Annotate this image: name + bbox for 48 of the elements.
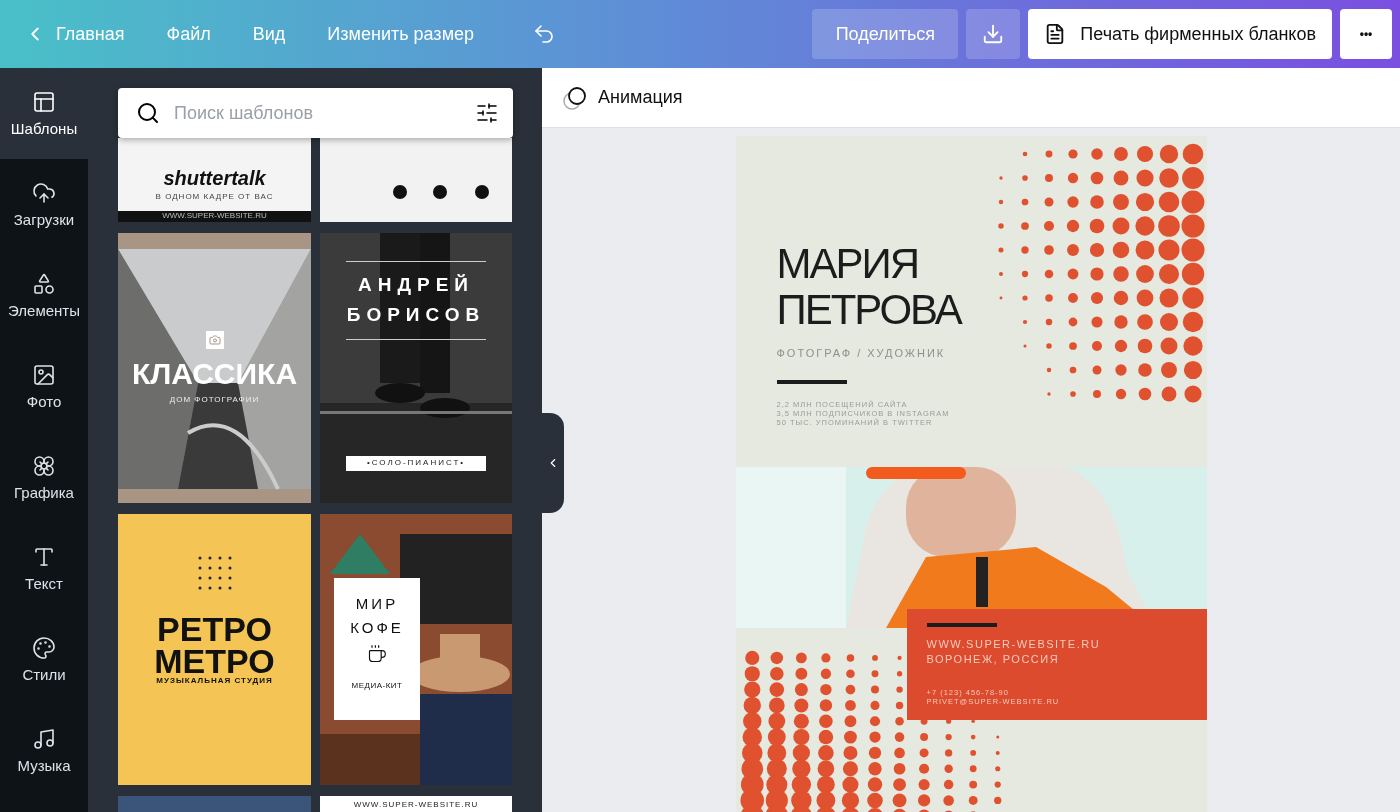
search-field[interactable]: Поиск шаблонов <box>118 88 513 138</box>
template-footer: WWW.SUPER-WEBSITE.RU <box>353 801 479 810</box>
social-icon <box>475 185 489 199</box>
search-icon <box>136 101 160 125</box>
rail-item[interactable]: Элементы <box>0 250 88 341</box>
image-icon <box>32 363 56 387</box>
template-subtitle: В ОДНОМ КАДРЕ ОТ ВАС <box>155 193 274 202</box>
music-icon <box>32 727 56 751</box>
rail-item[interactable]: Текст <box>0 523 88 614</box>
download-button[interactable] <box>966 9 1021 59</box>
template-subtitle: МЕДИА-КИТ <box>351 682 403 691</box>
rail-item[interactable]: Фото <box>0 341 88 432</box>
more-button[interactable]: ••• <box>1340 9 1392 59</box>
animation-icon <box>562 84 588 111</box>
template-card[interactable]: РЕТРО МЕТРО МУЗЫКАЛЬНАЯ СТУДИЯ <box>118 514 311 785</box>
rail-item[interactable]: Графика <box>0 432 88 523</box>
flower-icon <box>32 454 56 478</box>
template-card[interactable]: АНДРЕЙ БОРИСОВ •СОЛО-ПИАНИСТ• <box>320 233 512 503</box>
cloud-upload-icon <box>32 181 56 205</box>
design-name: МАРИЯ ПЕТРОВА <box>776 241 961 333</box>
template-subtitle: МУЗЫКАЛЬНАЯ СТУДИЯ <box>156 677 273 687</box>
animation-button[interactable]: Анимация <box>562 84 683 111</box>
palette-icon <box>32 636 56 660</box>
contact-line: WWW.SUPER-WEBSITE.RU <box>926 636 1102 652</box>
social-icon <box>393 185 407 199</box>
rail-item[interactable]: Музыка <box>0 705 88 796</box>
social-icon <box>433 185 447 199</box>
filter-icon <box>475 101 499 125</box>
collapse-panel-button[interactable] <box>542 413 564 513</box>
template-footer: WWW.SUPER-WEBSITE.RU <box>162 212 267 221</box>
coffee-cup-icon <box>367 644 387 664</box>
template-title: shuttertalk <box>163 167 266 190</box>
download-icon <box>982 23 1005 45</box>
template-title: МИР КОФЕ <box>349 594 405 638</box>
template-card[interactable]: shuttertalk В ОДНОМ КАДРЕ ОТ ВАС WWW.SUPER-WEBSITE.RU <box>118 138 311 222</box>
rail-item[interactable]: Загрузки <box>0 159 88 250</box>
templates-icon <box>32 90 56 114</box>
rail-item[interactable]: Стили <box>0 614 88 705</box>
template-title: АНДРЕЙ БОРИСОВ <box>346 261 486 340</box>
shapes-icon <box>32 272 56 296</box>
template-title: РЕТРО МЕТРО <box>153 612 276 678</box>
design-role: ФОТОГРАФ / ХУДОЖНИК <box>776 347 947 361</box>
template-card[interactable]: WWW.SUPER-WEBSITE.RU <box>320 796 512 812</box>
rail-item[interactable]: Шаблоны <box>0 68 88 159</box>
print-button[interactable]: Печать фирменных бланков <box>1028 9 1332 59</box>
contact-line: ВОРОНЕЖ, РОССИЯ <box>926 652 1061 668</box>
text-icon <box>32 545 56 569</box>
template-card[interactable] <box>320 138 512 222</box>
